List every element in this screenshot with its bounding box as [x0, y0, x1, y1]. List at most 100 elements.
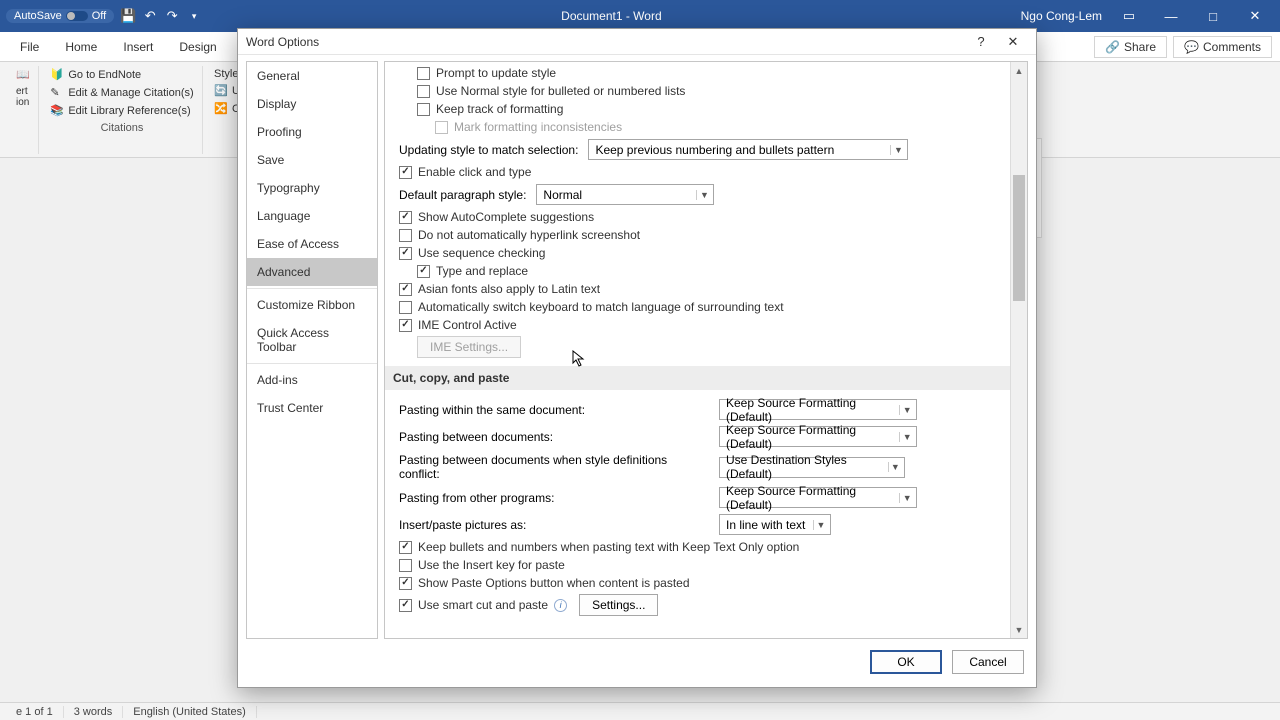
- autosave-label: AutoSave: [14, 10, 62, 22]
- nav-trust-center[interactable]: Trust Center: [247, 394, 377, 422]
- opt-use-normal-style[interactable]: Use Normal style for bulleted or numbere…: [399, 82, 996, 100]
- default-para-style-label: Default paragraph style:: [399, 188, 526, 202]
- nav-quick-access-toolbar[interactable]: Quick Access Toolbar: [247, 319, 377, 361]
- chevron-down-icon: ▼: [813, 520, 828, 530]
- vertical-scrollbar[interactable]: ▲ ▼: [1010, 62, 1027, 638]
- updating-style-combo[interactable]: Keep previous numbering and bullets patt…: [588, 139, 908, 160]
- scroll-down-icon[interactable]: ▼: [1011, 621, 1027, 638]
- language-status[interactable]: English (United States): [123, 706, 257, 718]
- checkbox-icon[interactable]: [399, 283, 412, 296]
- opt-use-sequence-checking[interactable]: Use sequence checking: [399, 244, 996, 262]
- checkbox-icon[interactable]: [399, 319, 412, 332]
- comments-button[interactable]: 💬Comments: [1173, 36, 1272, 58]
- dialog-footer: OK Cancel: [238, 645, 1036, 687]
- close-window-icon[interactable]: ✕: [1240, 1, 1270, 31]
- tab-design[interactable]: Design: [167, 32, 228, 62]
- opt-use-insert-key[interactable]: Use the Insert key for paste: [399, 556, 996, 574]
- opt-enable-click-type[interactable]: Enable click and type: [399, 163, 996, 181]
- opt-auto-switch-keyboard[interactable]: Automatically switch keyboard to match l…: [399, 298, 996, 316]
- checkbox-icon: [435, 121, 448, 134]
- username-label[interactable]: Ngo Cong-Lem: [1021, 9, 1102, 23]
- scroll-track[interactable]: [1011, 79, 1027, 621]
- chevron-down-icon: ▼: [899, 493, 914, 503]
- edit-library-references-button[interactable]: 📚Edit Library Reference(s): [50, 102, 193, 120]
- opt-ime-control-active[interactable]: IME Control Active: [399, 316, 996, 334]
- pasting-other-combo[interactable]: Keep Source Formatting (Default)▼: [719, 487, 917, 508]
- document-title: Document1 - Word: [202, 9, 1020, 23]
- checkbox-icon[interactable]: [417, 103, 430, 116]
- nav-general[interactable]: General: [247, 62, 377, 90]
- nav-add-ins[interactable]: Add-ins: [247, 366, 377, 394]
- go-to-endnote-button[interactable]: 🔰Go to EndNote: [50, 66, 193, 84]
- nav-advanced[interactable]: Advanced: [247, 258, 377, 286]
- checkbox-icon[interactable]: [399, 559, 412, 572]
- checkbox-icon[interactable]: [399, 211, 412, 224]
- ok-button[interactable]: OK: [870, 650, 942, 674]
- opt-show-autocomplete[interactable]: Show AutoComplete suggestions: [399, 208, 996, 226]
- opt-show-paste-options[interactable]: Show Paste Options button when content i…: [399, 574, 996, 592]
- pasting-between-combo[interactable]: Keep Source Formatting (Default)▼: [719, 426, 917, 447]
- maximize-icon[interactable]: □: [1198, 1, 1228, 31]
- nav-typography[interactable]: Typography: [247, 174, 377, 202]
- nav-language[interactable]: Language: [247, 202, 377, 230]
- share-button[interactable]: 🔗Share: [1094, 36, 1167, 58]
- checkbox-icon[interactable]: [399, 247, 412, 260]
- close-dialog-button[interactable]: ✕: [998, 31, 1028, 53]
- checkbox-icon[interactable]: [399, 577, 412, 590]
- citations-group-label: Citations: [50, 122, 193, 134]
- pasting-same-doc-combo[interactable]: Keep Source Formatting (Default)▼: [719, 399, 917, 420]
- smart-cut-paste-settings-button[interactable]: Settings...: [579, 594, 658, 616]
- word-options-dialog: Word Options ? ✕ General Display Proofin…: [237, 28, 1037, 688]
- info-icon[interactable]: i: [554, 599, 567, 612]
- checkbox-icon[interactable]: [399, 541, 412, 554]
- opt-keep-bullets-numbers[interactable]: Keep bullets and numbers when pasting te…: [399, 538, 996, 556]
- insert-citation-button[interactable]: 📖: [16, 66, 30, 84]
- chevron-down-icon: ▼: [899, 432, 914, 442]
- opt-asian-fonts-latin[interactable]: Asian fonts also apply to Latin text: [399, 280, 996, 298]
- scroll-up-icon[interactable]: ▲: [1011, 62, 1027, 79]
- nav-proofing[interactable]: Proofing: [247, 118, 377, 146]
- opt-no-auto-hyperlink[interactable]: Do not automatically hyperlink screensho…: [399, 226, 996, 244]
- ribbon-display-icon[interactable]: ▭: [1114, 1, 1144, 31]
- page-number-status[interactable]: e 1 of 1: [6, 706, 64, 718]
- checkbox-icon[interactable]: [399, 599, 412, 612]
- checkbox-icon[interactable]: [399, 301, 412, 314]
- endnote-icon: 🔰: [50, 68, 64, 82]
- opt-keep-track-formatting[interactable]: Keep track of formatting: [399, 100, 996, 118]
- redo-icon[interactable]: ↷: [164, 8, 180, 24]
- chevron-down-icon: ▼: [888, 462, 902, 472]
- nav-ease-of-access[interactable]: Ease of Access: [247, 230, 377, 258]
- checkbox-icon[interactable]: [399, 229, 412, 242]
- opt-smart-cut-paste[interactable]: Use smart cut and paste i Settings...: [399, 592, 996, 618]
- checkbox-icon[interactable]: [399, 166, 412, 179]
- default-para-style-combo[interactable]: Normal▼: [536, 184, 714, 205]
- checkbox-icon[interactable]: [417, 265, 430, 278]
- insert-paste-pictures-combo[interactable]: In line with text▼: [719, 514, 831, 535]
- autosave-state: Off: [92, 10, 106, 22]
- scroll-thumb[interactable]: [1013, 175, 1025, 301]
- edit-manage-citations-button[interactable]: ✎Edit & Manage Citation(s): [50, 84, 193, 102]
- comment-icon: 💬: [1184, 40, 1199, 54]
- qat-dropdown-icon[interactable]: ▾: [186, 8, 202, 24]
- checkbox-icon[interactable]: [417, 85, 430, 98]
- opt-type-and-replace[interactable]: Type and replace: [399, 262, 996, 280]
- save-icon[interactable]: 💾: [120, 8, 136, 24]
- checkbox-icon[interactable]: [417, 67, 430, 80]
- tab-home[interactable]: Home: [53, 32, 109, 62]
- autosave-toggle[interactable]: AutoSave Off: [6, 9, 114, 23]
- opt-prompt-update-style[interactable]: Prompt to update style: [399, 64, 996, 82]
- cancel-button[interactable]: Cancel: [952, 650, 1024, 674]
- dialog-titlebar: Word Options ? ✕: [238, 29, 1036, 55]
- help-button[interactable]: ?: [966, 31, 996, 53]
- status-bar: e 1 of 1 3 words English (United States): [0, 702, 1280, 720]
- minimize-icon[interactable]: —: [1156, 1, 1186, 31]
- nav-display[interactable]: Display: [247, 90, 377, 118]
- nav-save[interactable]: Save: [247, 146, 377, 174]
- tab-file[interactable]: File: [8, 32, 51, 62]
- word-count-status[interactable]: 3 words: [64, 706, 124, 718]
- tab-insert[interactable]: Insert: [111, 32, 165, 62]
- nav-customize-ribbon[interactable]: Customize Ribbon: [247, 291, 377, 319]
- pasting-conflict-combo[interactable]: Use Destination Styles (Default)▼: [719, 457, 905, 478]
- undo-icon[interactable]: ↶: [142, 8, 158, 24]
- pasting-other-label: Pasting from other programs:: [399, 491, 709, 505]
